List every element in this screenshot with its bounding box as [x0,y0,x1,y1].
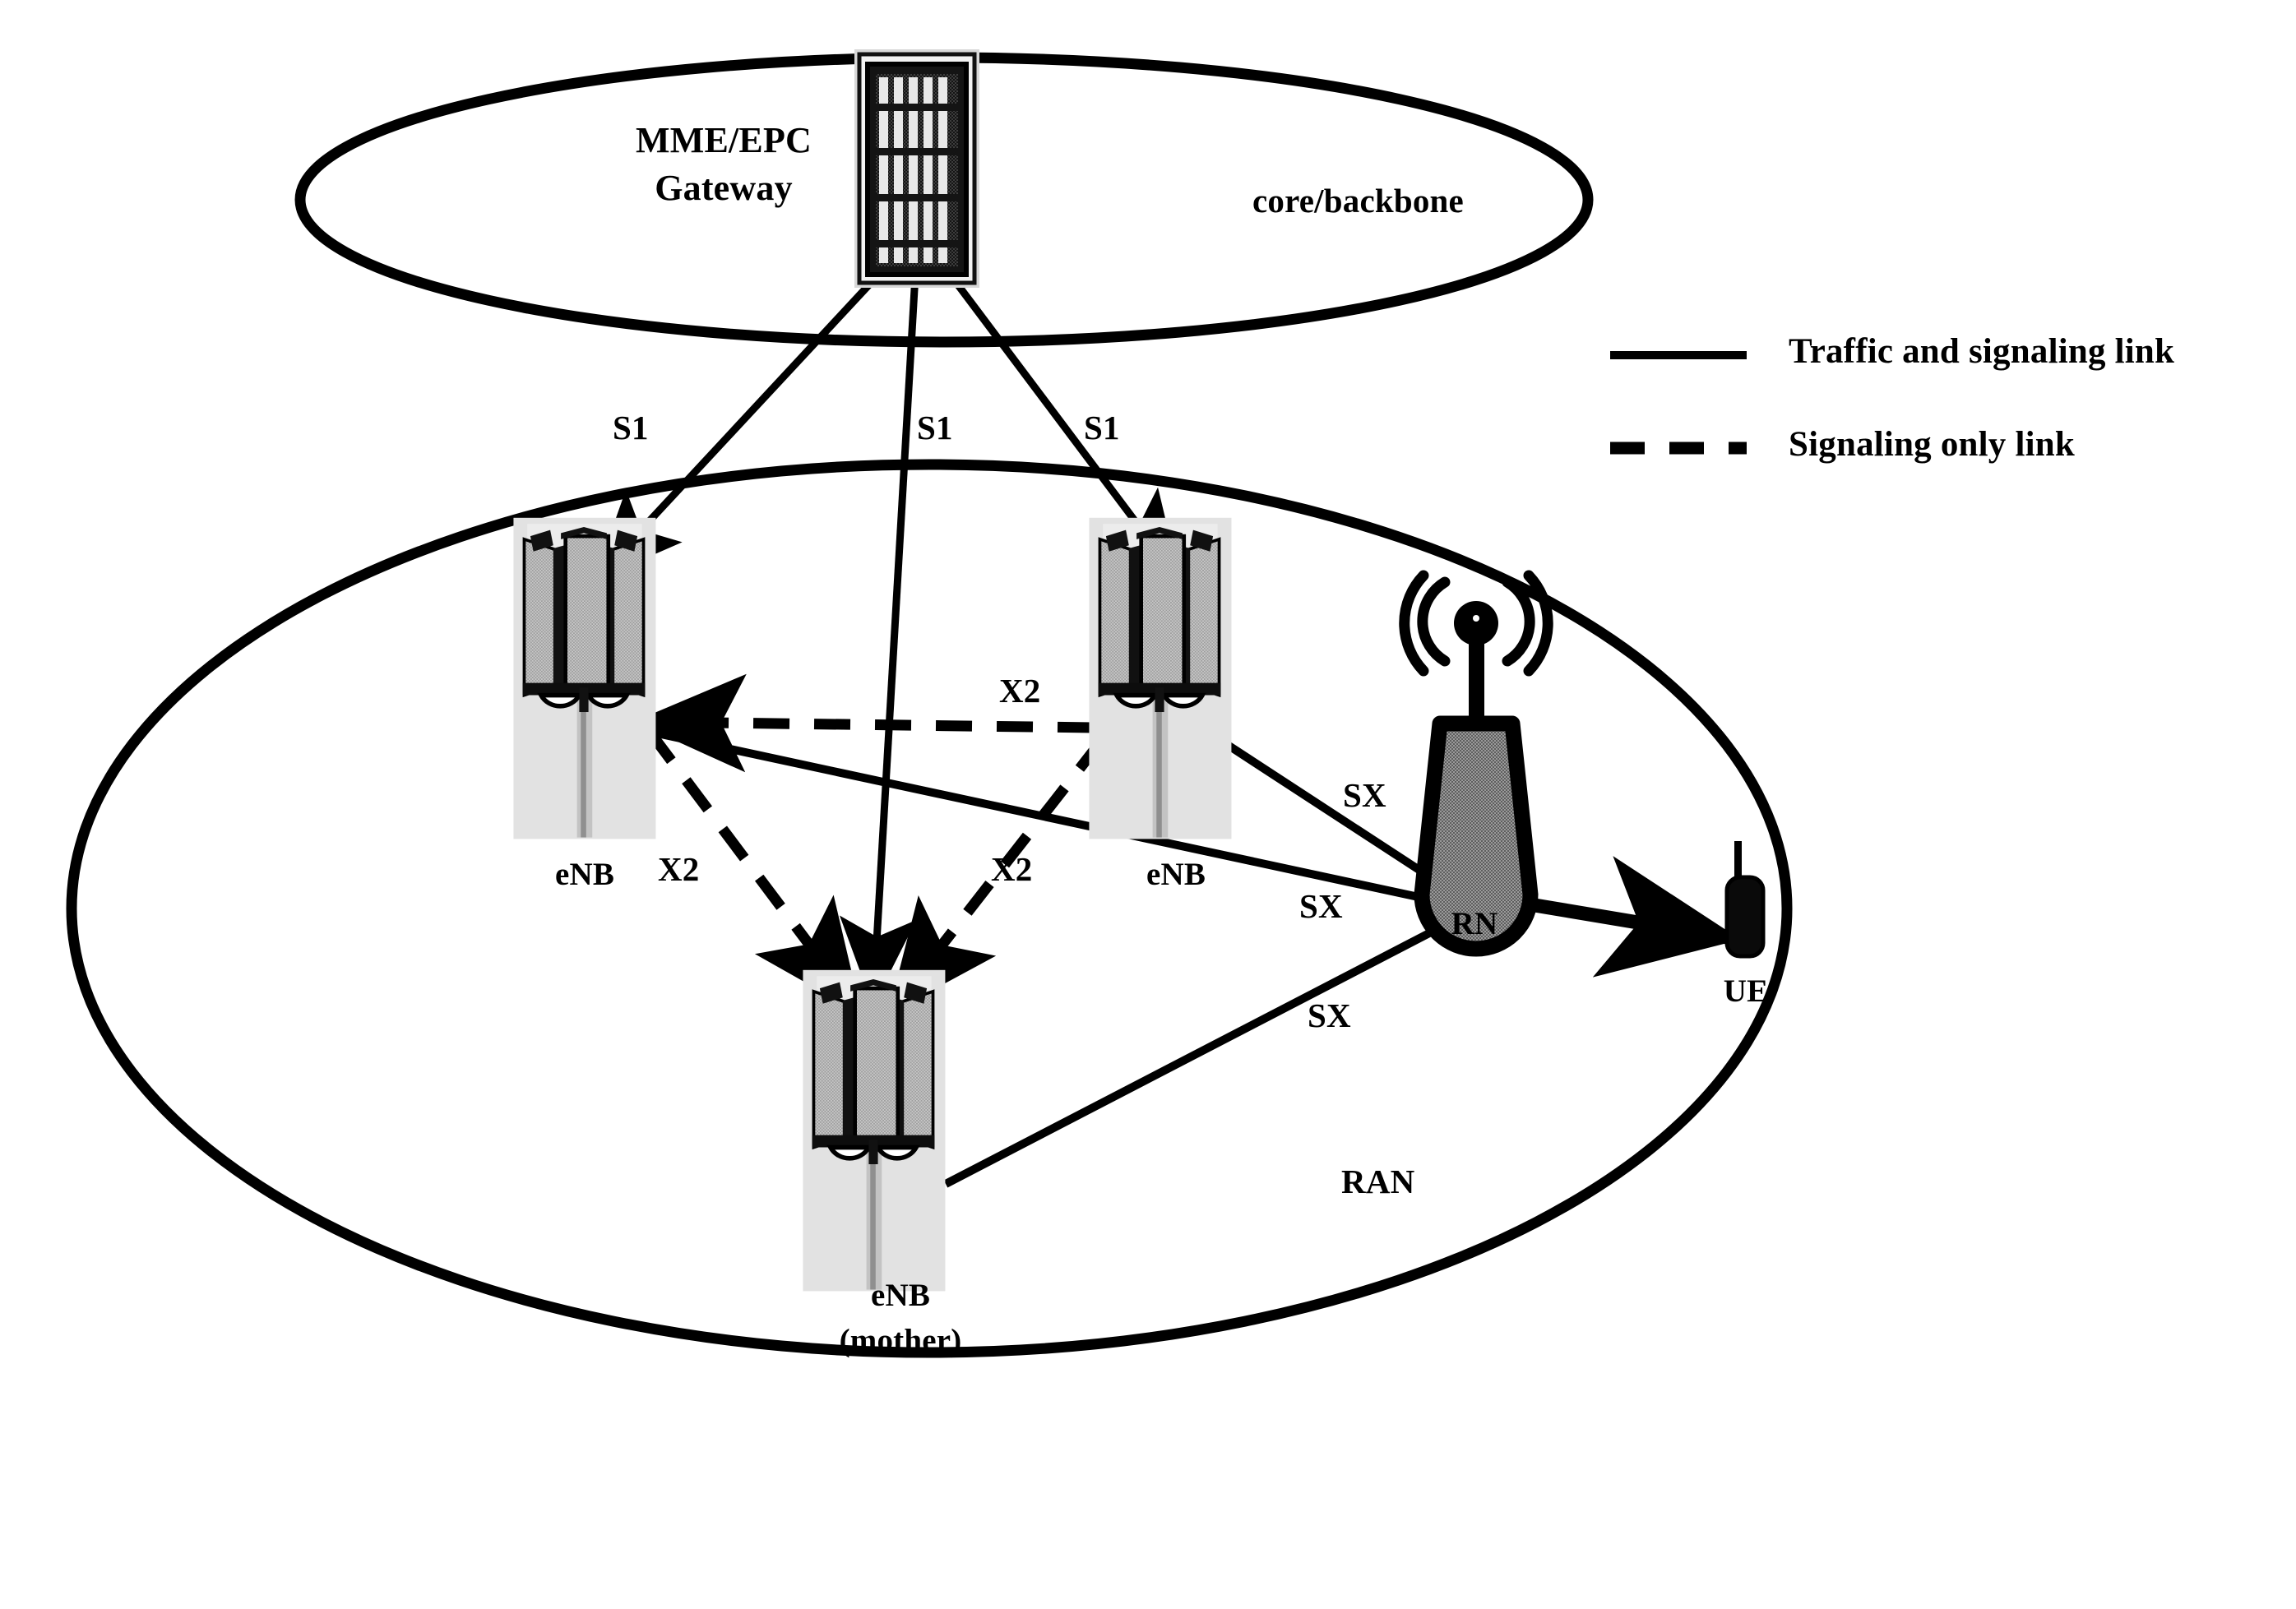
legend-label-signaling-only: Signaling only link [1789,425,2075,464]
base-station-icon-enb-left [513,518,655,839]
node-label-relay-node: RN [1451,906,1498,941]
legend-label-traffic-signaling: Traffic and signaling link [1789,332,2175,371]
legend [1610,351,1747,455]
relay-antenna-icon [1399,570,1553,957]
link-label-sx-bottom: SX [1308,996,1351,1034]
server-rack-icon [854,49,979,288]
node-label-enb-mother-line1: eNB [870,1278,931,1313]
node-label-enb-right: eNB [1146,857,1206,892]
node-label-user-equipment: UE [1723,973,1769,1009]
handset-icon [1724,841,1766,959]
sx-link-bottom [943,907,1474,1188]
link-label-x2-top: X2 [999,672,1041,710]
gateway-label-line2: Gateway [655,168,793,208]
link-label-sx-middle: SX [1299,887,1343,925]
node-label-enb-mother-line2: (mother) [839,1323,962,1358]
node-label-enb-left: eNB [554,857,615,892]
gateway-label-line1: MME/EPC [635,120,812,160]
link-label-s1-right: S1 [1084,409,1120,446]
link-label-x2-left: X2 [658,850,700,888]
network-diagram: MME/EPC Gateway core/backbone RAN S1 S1 … [0,0,2296,1609]
link-label-s1-middle: S1 [917,409,953,446]
link-label-s1-left: S1 [613,409,649,446]
region-label-core: core/backbone [1252,182,1464,220]
region-label-ran: RAN [1341,1163,1415,1200]
link-label-x2-right: X2 [991,850,1033,888]
link-label-sx-top: SX [1343,776,1386,814]
base-station-icon-enb-right [1089,518,1231,839]
s1-link-mother [840,246,921,1006]
diagram-canvas [66,49,1793,1358]
x2-link-top [633,673,1095,773]
base-station-icon-enb-mother [803,970,945,1292]
